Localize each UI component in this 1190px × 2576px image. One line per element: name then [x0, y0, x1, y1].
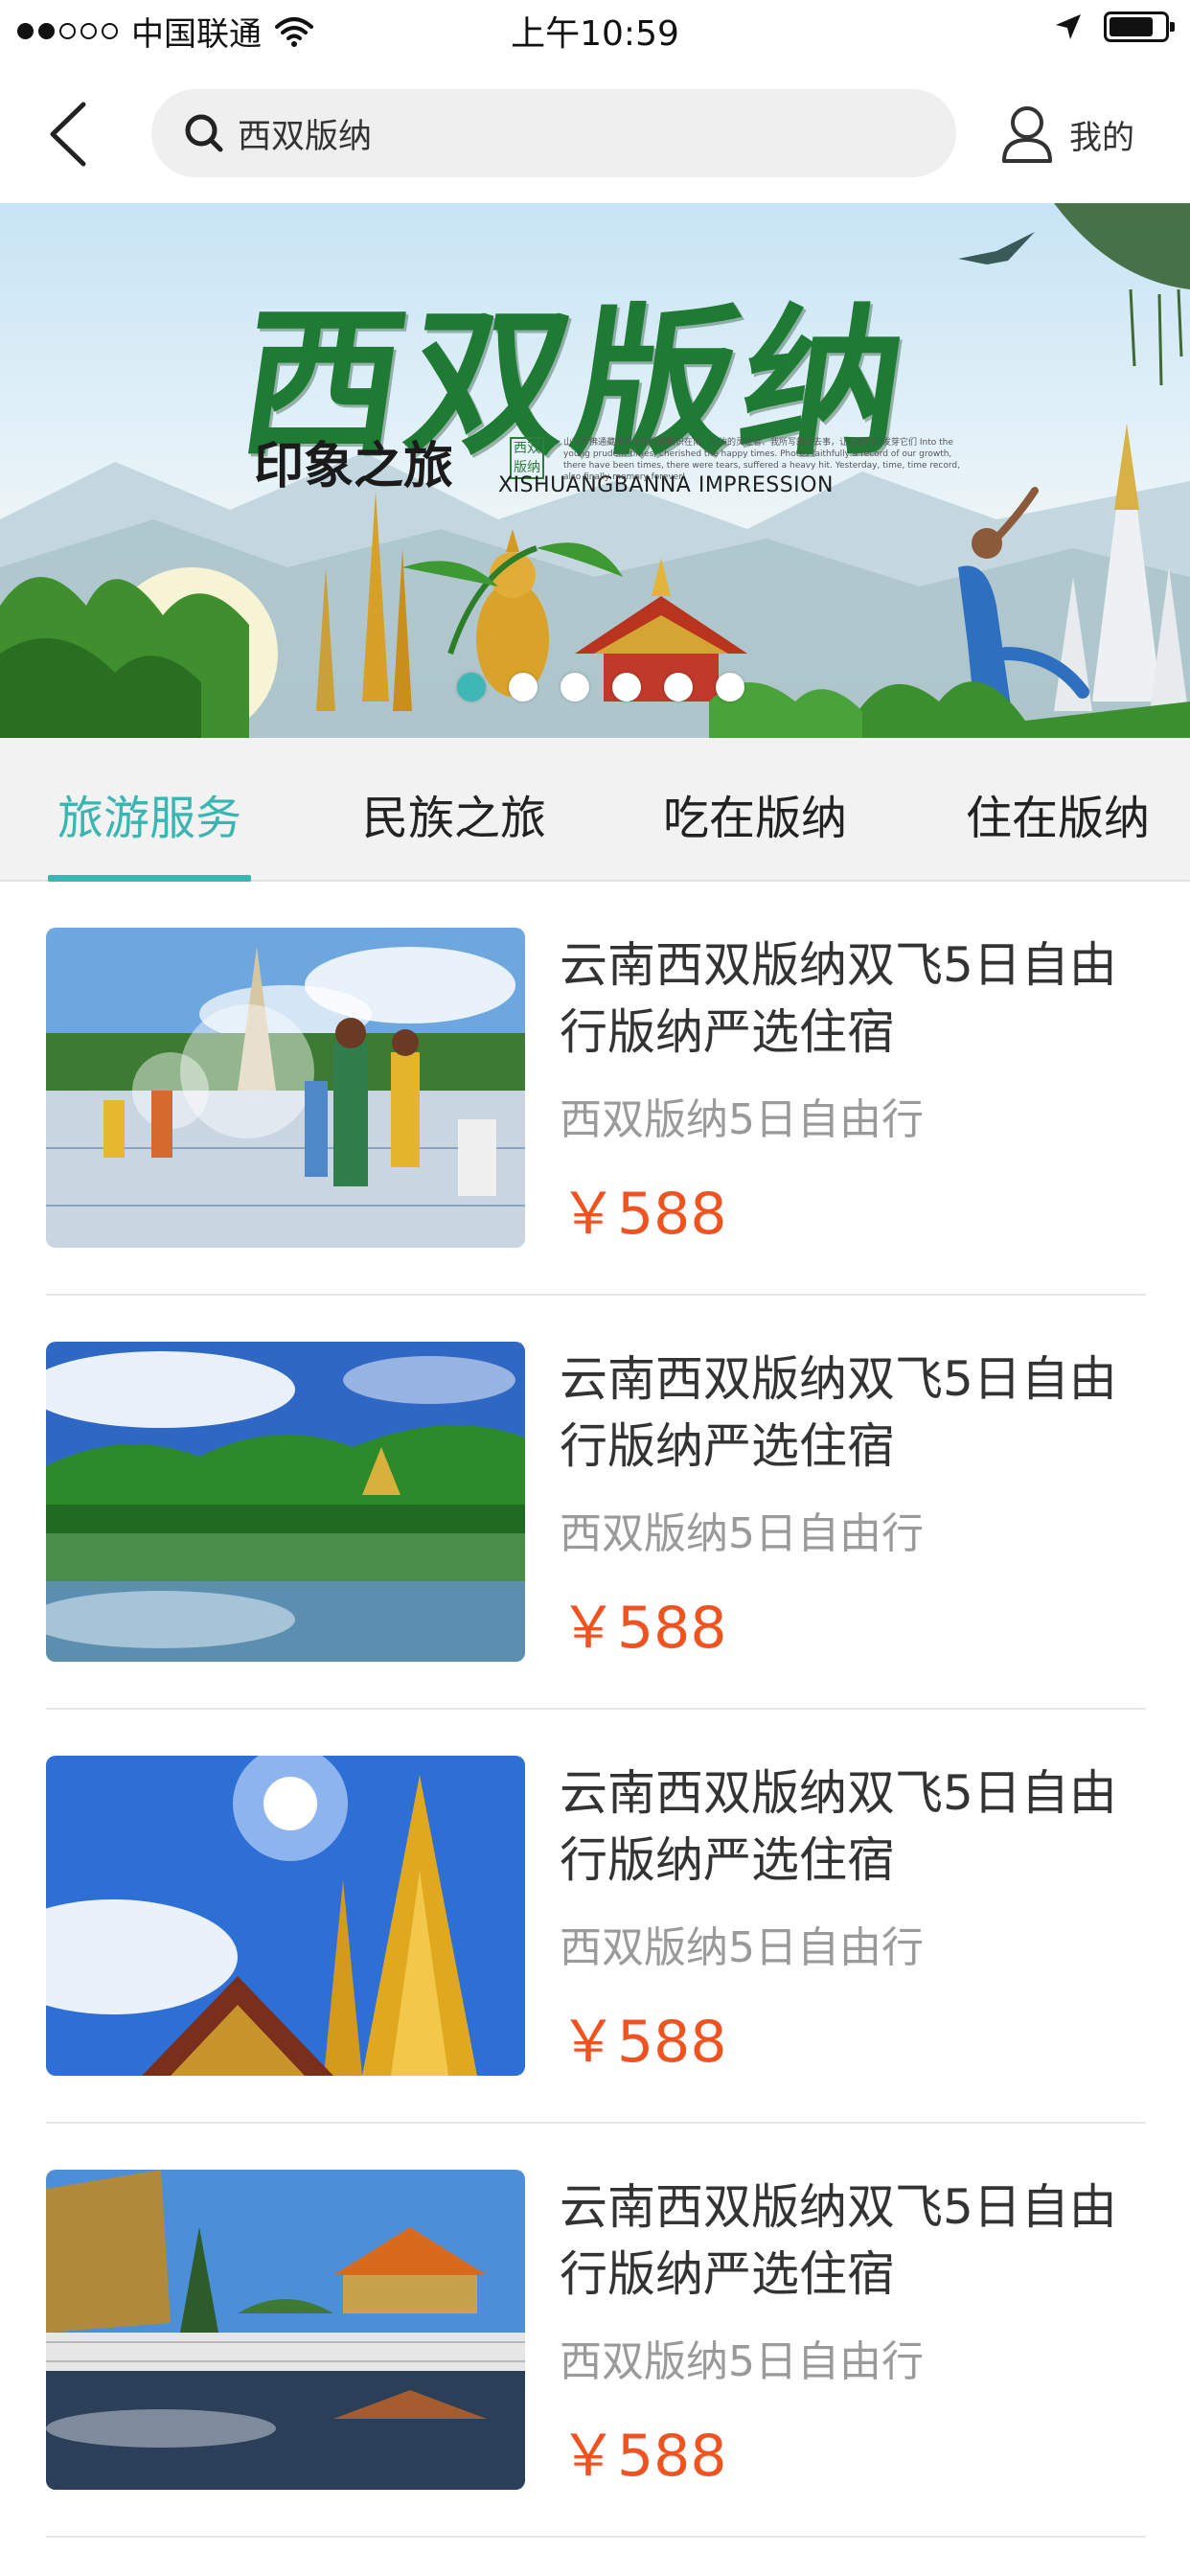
product-image-golden-pagoda	[46, 1756, 525, 2076]
status-time: 上午10:59	[511, 14, 679, 54]
category-tabs: 旅游服务 民族之旅 吃在版纳 住在版纳	[0, 738, 1190, 882]
banner-blurb: 山下华佛通藏绿翠于我们的相识在南，相约的灵证者、我所写的过去事，让这我们的发芽它…	[563, 438, 960, 482]
product-title: 云南西双版纳双飞5日自由行版纳严选住宿	[560, 1351, 1117, 1474]
header: 西双版纳 我的	[0, 58, 1190, 203]
pagination-dot[interactable]	[664, 673, 693, 702]
back-arrow-icon	[50, 102, 86, 167]
pagination-dot[interactable]	[716, 673, 744, 702]
tab-active-indicator	[48, 875, 251, 882]
tab-label: 民族之旅	[361, 792, 546, 845]
search-input[interactable]: 西双版纳	[151, 89, 956, 177]
product-card[interactable]: 云南西双版纳双飞5日自由行版纳严选住宿 西双版纳5日自由行 ￥588	[46, 1296, 1146, 1710]
tab-label: 吃在版纳	[662, 792, 847, 845]
product-image-lake-forest	[46, 1342, 525, 1662]
pagination-dot[interactable]	[509, 673, 538, 702]
profile-label: 我的	[1069, 118, 1134, 157]
tab-travel-service[interactable]: 旅游服务	[48, 738, 251, 882]
search-icon	[185, 114, 223, 152]
product-image-temple-pool	[46, 2170, 525, 2490]
search-value: 西双版纳	[238, 117, 373, 156]
status-bar: 中国联通 上午10:59	[0, 0, 1190, 58]
product-card[interactable]: 云南西双版纳双飞5日自由行版纳严选住宿 西双版纳5日自由行 ￥588	[46, 2124, 1146, 2538]
location-arrow-icon	[1056, 14, 1081, 39]
tab-food[interactable]: 吃在版纳	[653, 738, 857, 882]
banner-pagination	[457, 673, 744, 702]
tab-label: 旅游服务	[57, 792, 241, 845]
product-subtitle: 西双版纳5日自由行	[560, 2337, 924, 2386]
product-image-water-festival	[46, 928, 525, 1248]
pagination-dot[interactable]	[612, 673, 641, 702]
product-price: ￥588	[560, 1181, 727, 1248]
back-button[interactable]	[34, 96, 102, 172]
tab-ethnic-tour[interactable]: 民族之旅	[353, 738, 556, 882]
pagination-dot[interactable]	[457, 673, 486, 702]
product-price: ￥588	[560, 2423, 727, 2490]
product-title: 云南西双版纳双飞5日自由行版纳严选住宿	[560, 1765, 1117, 1888]
pagination-dot[interactable]	[561, 673, 589, 702]
status-right	[1054, 12, 1175, 42]
promo-banner[interactable]: 西双版纳 印象之旅 西双版纳 XISHUANGBANNA IMPRESSION …	[0, 203, 1190, 738]
user-icon	[1002, 106, 1052, 163]
product-subtitle: 西双版纳5日自由行	[560, 1509, 924, 1558]
product-card[interactable]: 云南西双版纳双飞5日自由行版纳严选住宿 西双版纳5日自由行 ￥588	[46, 1710, 1146, 2124]
tab-label: 住在版纳	[965, 792, 1150, 845]
battery-icon	[1104, 12, 1175, 42]
product-subtitle: 西双版纳5日自由行	[560, 1095, 924, 1144]
product-title: 云南西双版纳双飞5日自由行版纳严选住宿	[560, 2179, 1117, 2302]
product-title: 云南西双版纳双飞5日自由行版纳严选住宿	[560, 937, 1117, 1060]
banner-subtitle: 印象之旅	[254, 437, 454, 495]
product-card[interactable]: 云南西双版纳双飞5日自由行版纳严选住宿 西双版纳5日自由行 ￥588	[46, 882, 1146, 1296]
profile-button[interactable]: 我的	[998, 96, 1134, 172]
product-subtitle: 西双版纳5日自由行	[560, 1923, 924, 1972]
tab-lodging[interactable]: 住在版纳	[956, 738, 1159, 882]
product-price: ￥588	[560, 2009, 727, 2076]
product-price: ￥588	[560, 1595, 727, 1662]
